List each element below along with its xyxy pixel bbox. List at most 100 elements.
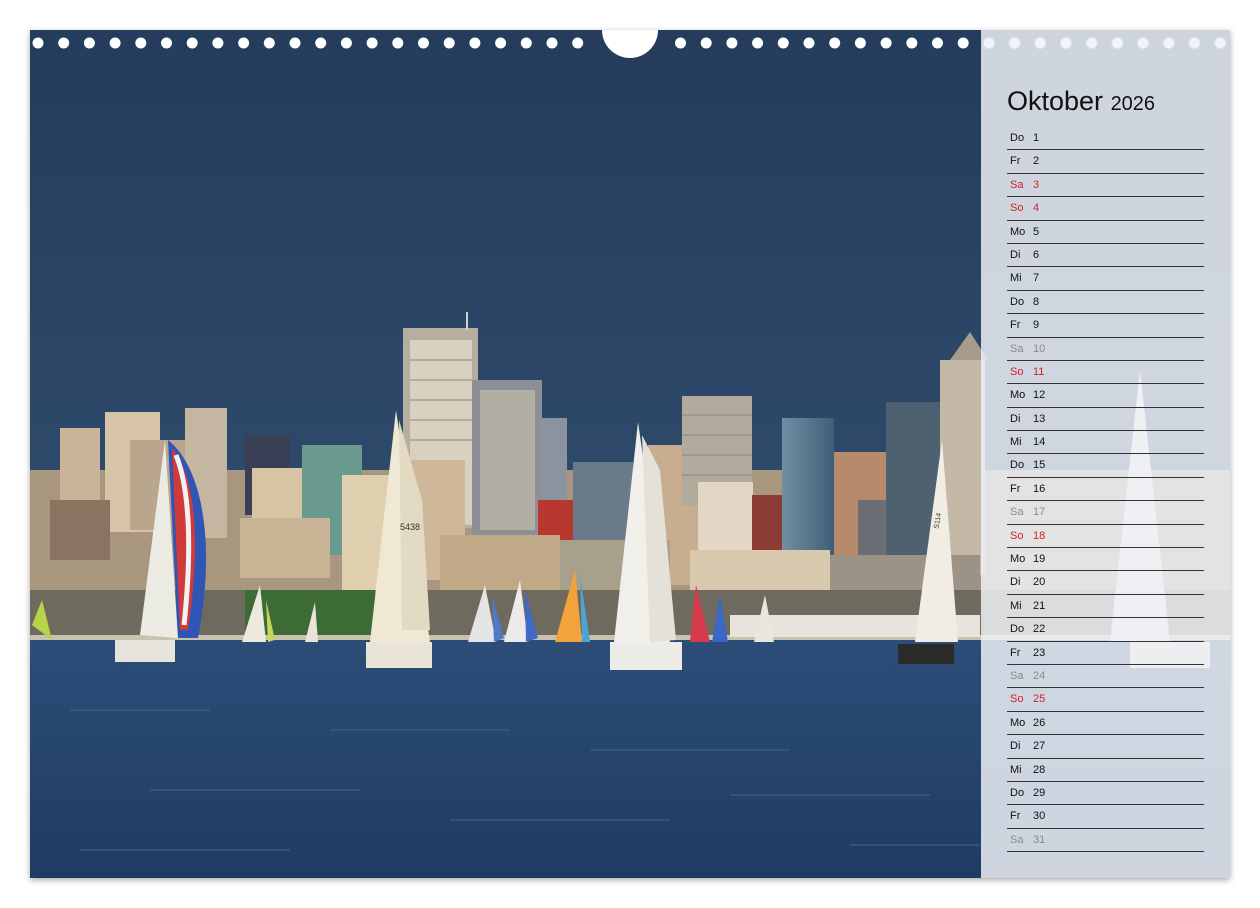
day-number: 15 <box>1033 459 1046 472</box>
calendar-panel: Oktober 2026 Do 1 Fr 2 Sa 3 So 4 Mo 5 Di 6 Mi 7 Do 8 Fr 9… <box>981 30 1230 878</box>
day-row: Mo 5 <box>1007 221 1204 244</box>
boat-sail-number-5438: 5438 <box>400 522 420 532</box>
day-row: Sa 10 <box>1007 338 1204 361</box>
day-row: Do 1 <box>1007 127 1204 151</box>
day-number: 21 <box>1033 599 1046 612</box>
day-number: 31 <box>1033 833 1046 846</box>
weekday-abbr: Do <box>1010 786 1025 799</box>
day-number: 16 <box>1033 482 1046 495</box>
weekday-abbr: Mo <box>1010 716 1026 729</box>
weekday-abbr: Fr <box>1010 319 1021 332</box>
weekday-abbr: Fr <box>1010 810 1021 823</box>
day-row: Mi 7 <box>1007 267 1204 291</box>
day-number: 23 <box>1033 646 1046 659</box>
weekday-abbr: So <box>1010 365 1024 378</box>
day-row: Fr 2 <box>1007 150 1204 174</box>
weekday-abbr: Sa <box>1010 342 1024 355</box>
day-number: 27 <box>1033 740 1046 753</box>
day-number: 30 <box>1033 810 1046 823</box>
day-row: Mo 19 <box>1007 548 1204 572</box>
weekday-abbr: Di <box>1010 248 1021 261</box>
weekday-abbr: So <box>1010 202 1024 215</box>
day-row: Sa 31 <box>1007 829 1204 853</box>
day-list: Do 1 Fr 2 Sa 3 So 4 Mo 5 Di 6 Mi 7 Do 8 Fr 9 Sa 10 So 11 Mo 12 D… <box>1007 127 1204 853</box>
day-row: Di 27 <box>1007 735 1204 759</box>
day-number: 7 <box>1033 272 1040 285</box>
weekday-abbr: So <box>1010 693 1024 706</box>
day-number: 28 <box>1033 763 1046 776</box>
weekday-abbr: Mo <box>1010 553 1026 566</box>
day-row: Mo 26 <box>1007 712 1204 736</box>
day-number: 22 <box>1033 623 1046 636</box>
day-row: Fr 9 <box>1007 314 1204 338</box>
weekday-abbr: Mo <box>1010 225 1026 238</box>
day-number: 9 <box>1033 319 1040 332</box>
day-row: Do 8 <box>1007 291 1204 315</box>
day-row: Mi 14 <box>1007 431 1204 455</box>
day-number: 24 <box>1033 669 1046 682</box>
weekday-abbr: Sa <box>1010 506 1024 519</box>
day-number: 25 <box>1033 693 1046 706</box>
weekday-abbr: Mi <box>1010 763 1022 776</box>
month-name: Oktober <box>1007 86 1104 116</box>
day-row: Fr 23 <box>1007 642 1204 665</box>
day-number: 3 <box>1033 178 1040 191</box>
weekday-abbr: So <box>1010 529 1024 542</box>
day-row: So 11 <box>1007 361 1204 385</box>
weekday-abbr: Sa <box>1010 178 1024 191</box>
day-row: Mo 12 <box>1007 384 1204 408</box>
weekday-abbr: Mi <box>1010 436 1022 449</box>
day-number: 10 <box>1033 342 1046 355</box>
weekday-abbr: Di <box>1010 576 1021 589</box>
weekday-abbr: Sa <box>1010 669 1024 682</box>
weekday-abbr: Fr <box>1010 646 1021 659</box>
day-number: 29 <box>1033 786 1046 799</box>
weekday-abbr: Do <box>1010 459 1025 472</box>
weekday-abbr: Do <box>1010 132 1025 144</box>
day-row: Sa 17 <box>1007 501 1204 525</box>
day-number: 13 <box>1033 412 1046 425</box>
day-number: 12 <box>1033 389 1046 402</box>
weekday-abbr: Fr <box>1010 482 1021 495</box>
day-number: 19 <box>1033 553 1046 566</box>
day-number: 17 <box>1033 506 1046 519</box>
day-row: Fr 16 <box>1007 478 1204 502</box>
day-number: 6 <box>1033 248 1040 261</box>
calendar-page: 5438 S114 Oktober 2026 Do 1 Fr 2 Sa 3 So 4 Mo 5 Di… <box>30 30 1230 878</box>
day-row: Di 6 <box>1007 244 1204 268</box>
day-number: 8 <box>1033 295 1040 308</box>
weekday-abbr: Mi <box>1010 599 1022 612</box>
day-row: Sa 3 <box>1007 174 1204 198</box>
month-title: Oktober 2026 <box>1007 86 1155 117</box>
day-number: 26 <box>1033 716 1046 729</box>
weekday-abbr: Mo <box>1010 389 1026 402</box>
day-number: 2 <box>1033 155 1040 168</box>
day-row: Fr 30 <box>1007 805 1204 829</box>
day-row: Do 15 <box>1007 454 1204 478</box>
day-row: Mi 28 <box>1007 759 1204 782</box>
day-number: 5 <box>1033 225 1040 238</box>
weekday-abbr: Do <box>1010 295 1025 308</box>
weekday-abbr: Di <box>1010 740 1021 753</box>
day-row: Mi 21 <box>1007 595 1204 619</box>
day-row: Di 13 <box>1007 408 1204 432</box>
day-number: 20 <box>1033 576 1046 589</box>
weekday-abbr: Di <box>1010 412 1021 425</box>
day-row: So 18 <box>1007 525 1204 549</box>
day-row: Sa 24 <box>1007 665 1204 689</box>
day-number: 4 <box>1033 202 1040 215</box>
weekday-abbr: Mi <box>1010 272 1022 285</box>
day-number: 1 <box>1033 132 1040 144</box>
day-number: 14 <box>1033 436 1046 449</box>
day-row: So 25 <box>1007 688 1204 712</box>
weekday-abbr: Do <box>1010 623 1025 636</box>
day-row: Di 20 <box>1007 571 1204 595</box>
day-row: Do 29 <box>1007 782 1204 806</box>
year: 2026 <box>1110 93 1156 115</box>
day-row: So 4 <box>1007 197 1204 221</box>
day-row: Do 22 <box>1007 618 1204 642</box>
weekday-abbr: Sa <box>1010 833 1024 846</box>
weekday-abbr: Fr <box>1010 155 1021 168</box>
day-number: 18 <box>1033 529 1046 542</box>
day-number: 11 <box>1033 365 1045 378</box>
